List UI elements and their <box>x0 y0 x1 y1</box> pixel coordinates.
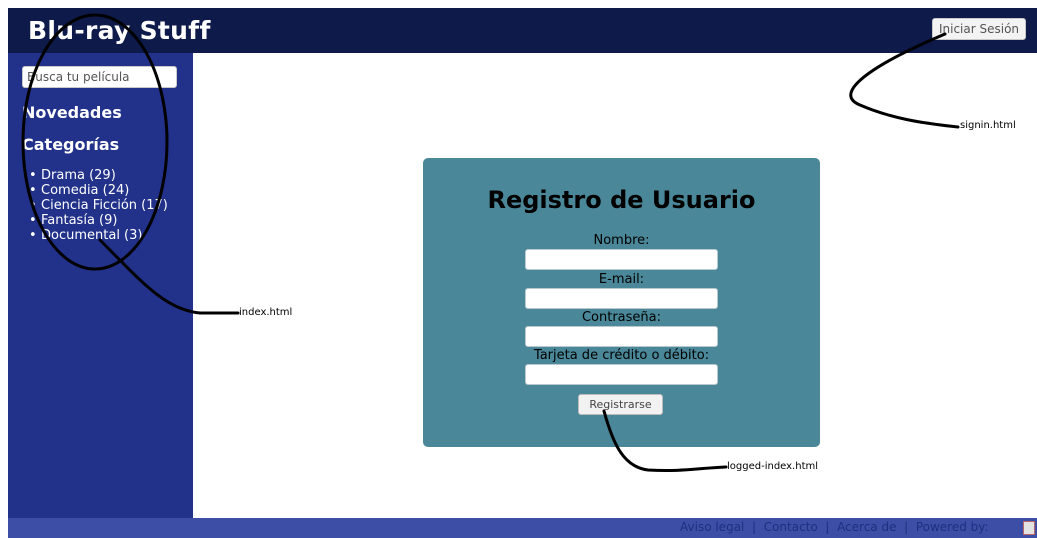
site-footer: Aviso legal | Contacto | Acerca de | Pow… <box>8 518 1037 538</box>
search-input[interactable] <box>22 66 177 88</box>
footer-link-powered-by[interactable]: Powered by: <box>916 520 989 534</box>
nav-novedades[interactable]: Novedades <box>22 103 122 122</box>
category-item-fantasia[interactable]: Fantasía (9) <box>28 213 168 228</box>
name-field[interactable] <box>525 249 718 270</box>
registration-card: Registro de Usuario Nombre: E-mail: Cont… <box>423 158 820 447</box>
password-label: Contraseña: <box>581 310 662 325</box>
site-header: Blu-ray Stuff Iniciar Sesión <box>8 8 1037 53</box>
annotation-signin-label: signin.html <box>960 120 1016 131</box>
signin-button[interactable]: Iniciar Sesión <box>932 18 1026 40</box>
footer-separator: | <box>821 520 834 534</box>
footer-separator: | <box>900 520 912 534</box>
footer-link-contacto[interactable]: Contacto <box>764 520 818 534</box>
email-field[interactable] <box>525 288 718 309</box>
form-title: Registro de Usuario <box>487 186 756 214</box>
sidebar: Novedades Categorías Drama (29) Comedia … <box>8 53 193 518</box>
annotation-logged-label: logged-index.html <box>727 461 819 472</box>
category-item-drama[interactable]: Drama (29) <box>28 168 168 183</box>
password-field[interactable] <box>525 326 718 347</box>
footer-links: Aviso legal | Contacto | Acerca de | Pow… <box>680 520 989 534</box>
footer-separator: | <box>748 520 760 534</box>
page-frame <box>0 0 8 538</box>
nav-categorias: Categorías <box>22 135 120 154</box>
email-label: E-mail: <box>598 272 645 287</box>
category-list: Drama (29) Comedia (24) Ciencia Ficción … <box>28 168 168 243</box>
category-item-documental[interactable]: Documental (3) <box>28 228 168 243</box>
card-field[interactable] <box>525 364 718 385</box>
category-item-ciencia-ficcion[interactable]: Ciencia Ficción (17) <box>28 198 168 213</box>
footer-link-aviso-legal[interactable]: Aviso legal <box>680 520 744 534</box>
footer-link-acerca-de[interactable]: Acerca de <box>837 520 896 534</box>
name-label: Nombre: <box>593 233 650 248</box>
powered-by-logo <box>1023 521 1035 535</box>
register-button[interactable]: Registrarse <box>578 394 663 415</box>
card-label: Tarjeta de crédito o débito: <box>533 348 710 363</box>
category-item-comedia[interactable]: Comedia (24) <box>28 183 168 198</box>
site-logo-title[interactable]: Blu-ray Stuff <box>28 16 211 45</box>
annotation-index-label: index.html <box>239 307 293 318</box>
